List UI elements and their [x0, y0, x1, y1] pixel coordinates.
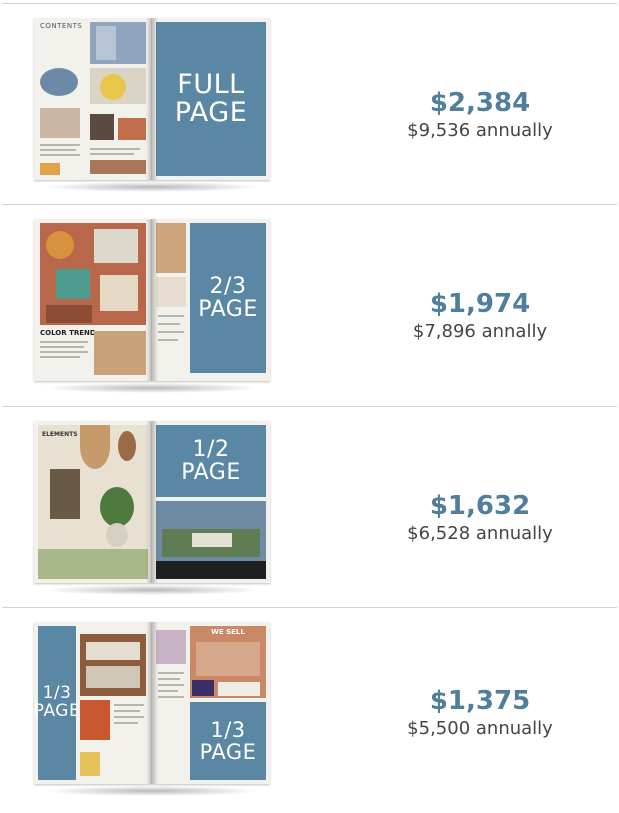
page-heading: CONTENTS — [40, 22, 83, 30]
ad-placement-third-page-square: 1/3 PAGE — [190, 702, 266, 780]
annual-price: $9,536 annually — [407, 120, 553, 141]
right-page: 2/3 PAGE — [152, 219, 270, 381]
ad-label-line: 1/3 — [210, 717, 246, 742]
ad-label-line: PAGE — [33, 701, 81, 721]
ad-label-line: 1/2 — [192, 436, 230, 462]
ad-label-line: PAGE — [181, 460, 241, 485]
ad-label-line: PAGE — [174, 97, 248, 128]
ad-placement-full-page: FULL PAGE — [156, 22, 266, 176]
ad-option-full-page: CONTENTS FULL PAGE $2,384 $9,536 annuall… — [0, 4, 619, 204]
ad-label-line: PAGE — [199, 740, 257, 764]
right-page: FULL PAGE — [152, 18, 270, 180]
left-page: CONTENTS — [34, 18, 152, 180]
magazine-mockup: 1/3 PAGE WE SELL 1/3 PAGE — [34, 622, 270, 796]
annual-price: $6,528 annually — [407, 523, 553, 544]
ad-placement-two-thirds-page: 2/3 PAGE — [190, 223, 266, 373]
annual-price: $5,500 annually — [407, 718, 553, 739]
monthly-price: $1,974 — [429, 289, 531, 319]
left-page: ELEMENTS — [34, 421, 152, 583]
ad-label-line: FULL — [177, 68, 245, 100]
page-heading: COLOR TREND — [40, 329, 96, 337]
right-page: 1/2 PAGE — [152, 421, 270, 583]
monthly-price: $1,632 — [429, 491, 531, 521]
price-block: $2,384 $9,536 annually — [360, 87, 600, 143]
magazine-mockup: CONTENTS FULL PAGE — [34, 18, 270, 192]
ad-placement-third-page-vertical: 1/3 PAGE — [34, 626, 80, 780]
ad-option-two-thirds-page: COLOR TREND 2/3 PAGE $1,974 $7,896 annal… — [0, 205, 619, 405]
ad-rates-list: CONTENTS FULL PAGE $2,384 $9,536 annuall… — [0, 0, 619, 813]
left-page: COLOR TREND — [34, 219, 152, 381]
right-page: WE SELL 1/3 PAGE — [152, 622, 270, 784]
left-page: 1/3 PAGE — [34, 622, 152, 784]
annual-price: $7,896 annally — [412, 321, 548, 342]
monthly-price: $1,375 — [429, 686, 531, 716]
magazine-mockup: COLOR TREND 2/3 PAGE — [34, 219, 270, 393]
ad-placement-half-page: 1/2 PAGE — [156, 425, 266, 497]
page-heading: ELEMENTS — [42, 431, 78, 438]
ad-option-third-page: 1/3 PAGE WE SELL 1/3 PAGE $1,375 $5,500 … — [0, 608, 619, 808]
monthly-price: $2,384 — [429, 88, 531, 118]
price-block: $1,974 $7,896 annally — [360, 288, 600, 344]
page-banner: WE SELL — [211, 628, 245, 636]
price-block: $1,632 $6,528 annually — [360, 490, 600, 546]
magazine-mockup: ELEMENTS 1/2 PAGE — [34, 421, 270, 595]
ad-option-half-page: ELEMENTS 1/2 PAGE $1,632 $6,528 annually — [0, 407, 619, 607]
ad-label-line: PAGE — [198, 297, 258, 322]
ad-label-line: 2/3 — [209, 273, 247, 299]
price-block: $1,375 $5,500 annually — [360, 685, 600, 741]
